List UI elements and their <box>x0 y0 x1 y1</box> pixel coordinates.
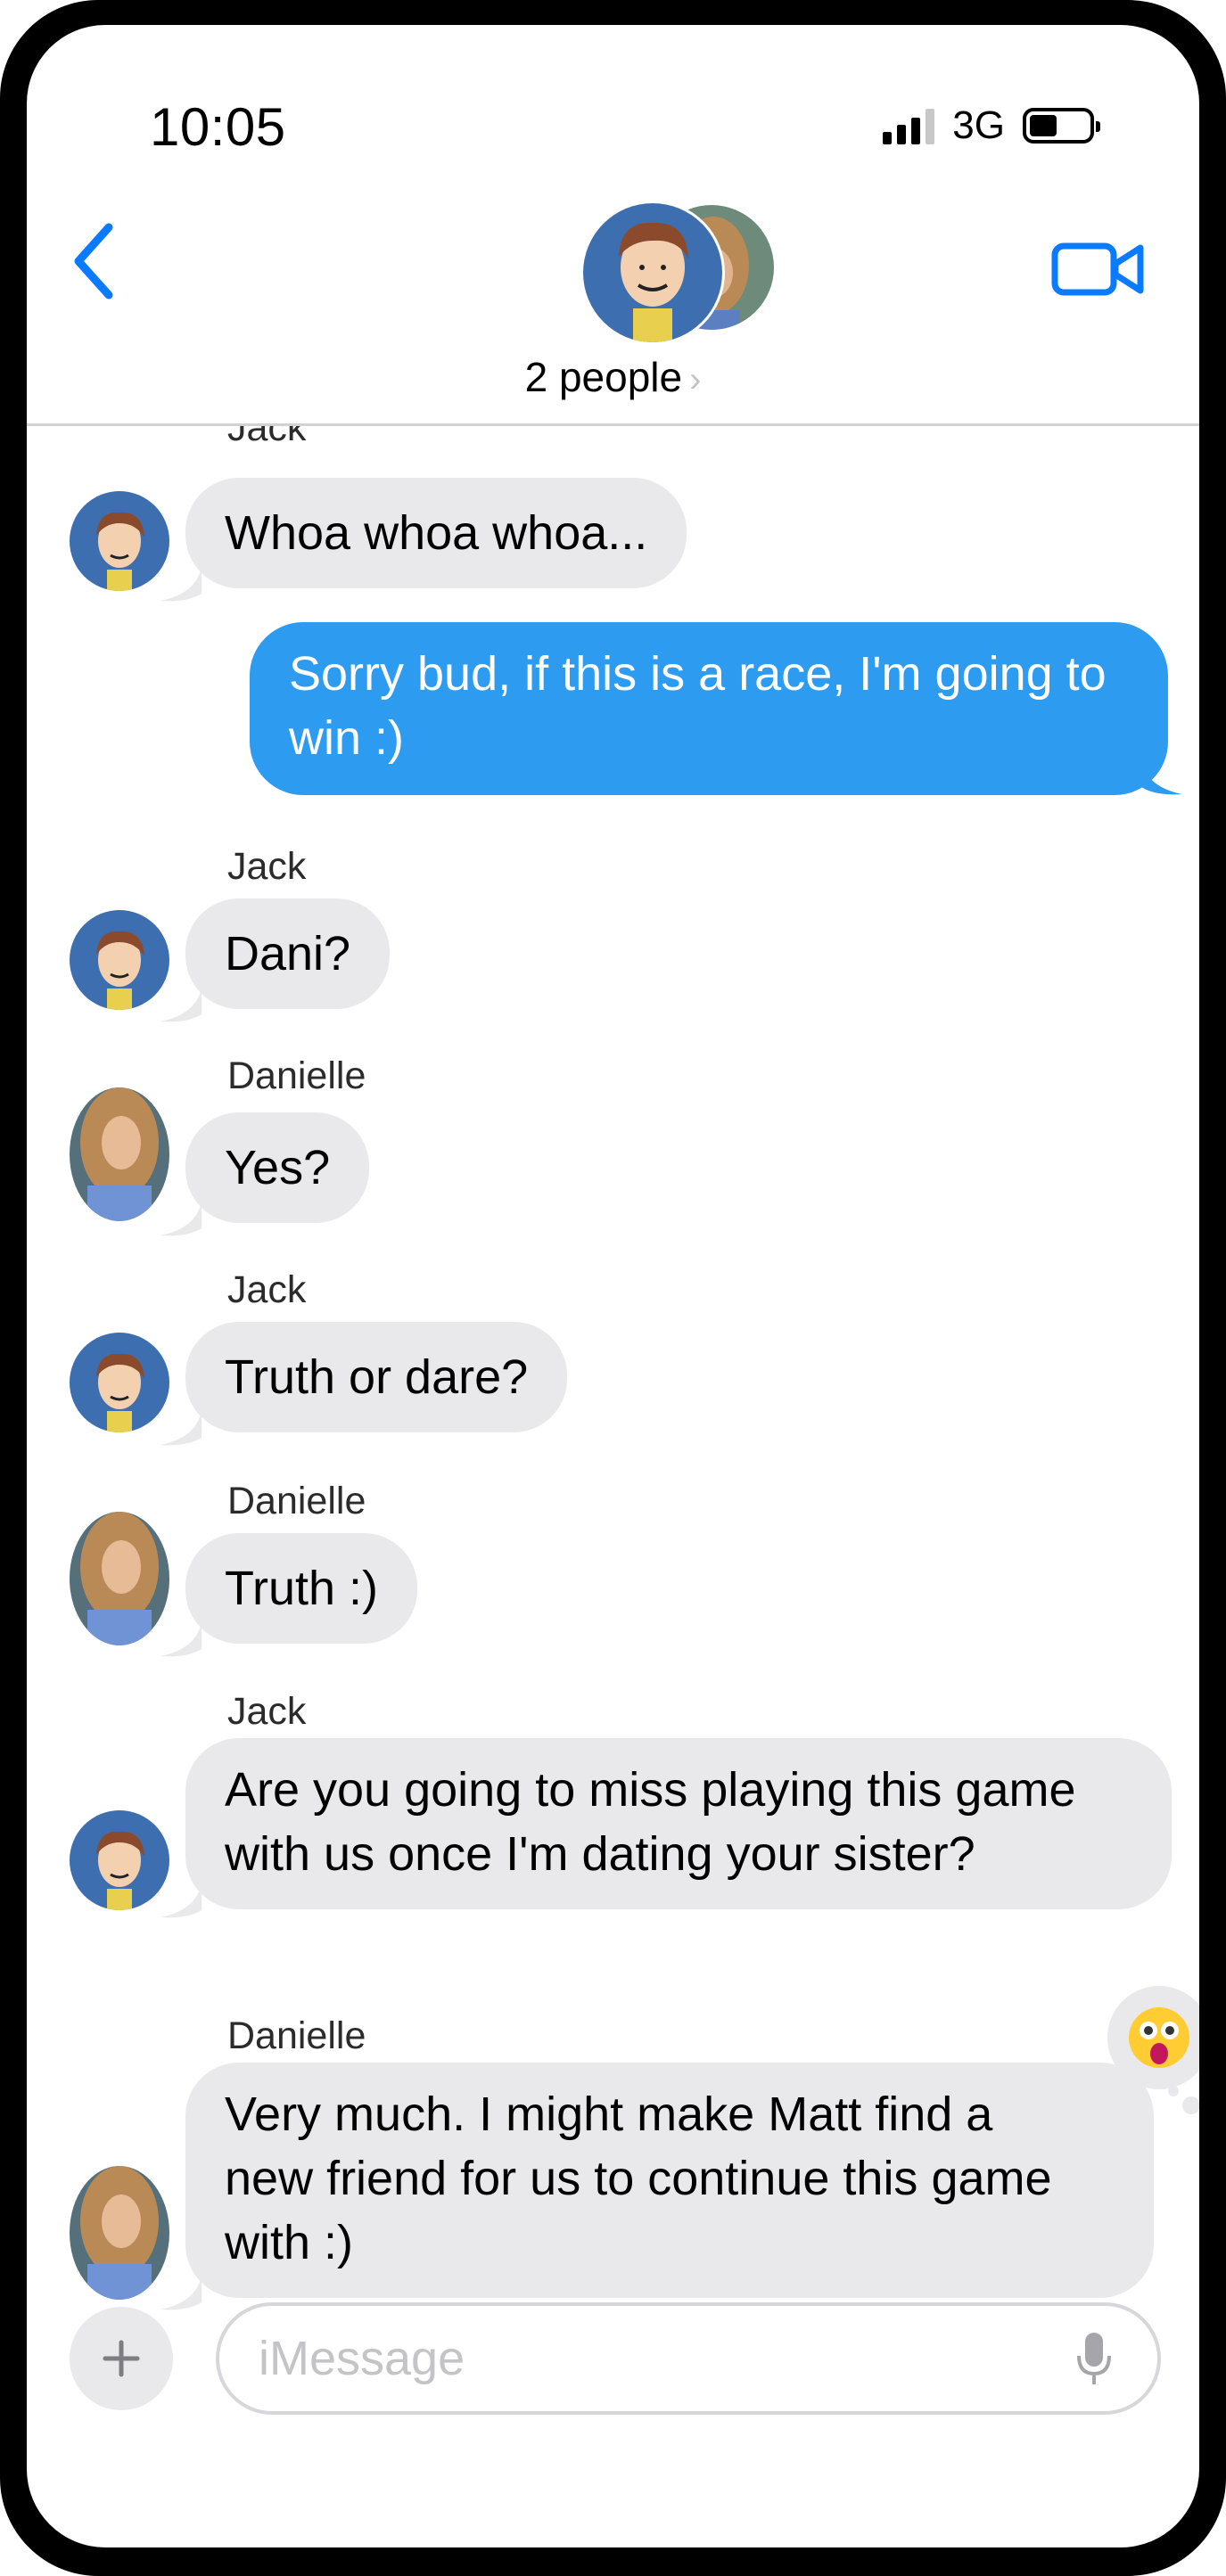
network-type: 3G <box>952 103 1005 147</box>
reaction-tail-dot <box>1168 2086 1179 2096</box>
sender-label: Jack <box>227 1268 307 1311</box>
danielle-avatar[interactable] <box>70 1512 169 1645</box>
message-text: Truth :) <box>225 1562 379 1615</box>
message-text-line: Very much. I might make Matt find a <box>225 2088 993 2141</box>
bubble-tail <box>1141 760 1182 795</box>
message-bubble[interactable]: Truth or dare? <box>185 1322 568 1432</box>
message-bubble[interactable]: Very much. I might make Matt find a new … <box>185 2063 1154 2298</box>
message-text-line: win :) <box>289 711 405 765</box>
sender-label: Jack <box>227 845 307 888</box>
conversation-title[interactable]: 2 people › <box>27 353 1199 401</box>
jack-avatar[interactable] <box>70 910 169 1010</box>
message-text-line: new friend for us to continue this game <box>225 2152 1052 2205</box>
group-avatar[interactable] <box>580 194 776 346</box>
message-text-line: with :) <box>225 2216 354 2269</box>
bubble-tail <box>160 1622 202 1657</box>
outgoing-message-bubble[interactable]: Sorry bud, if this is a race, I'm going … <box>250 622 1168 795</box>
jack-avatar[interactable] <box>70 491 169 591</box>
message-text-line: with us once I'm dating your sister? <box>225 1827 975 1881</box>
plus-icon <box>103 2340 140 2377</box>
jack-avatar[interactable] <box>70 1810 169 1910</box>
message-bubble[interactable]: Dani? <box>185 898 391 1009</box>
chevron-right-icon: › <box>689 360 702 399</box>
message-bubble[interactable]: Whoa whoa whoa... <box>185 478 687 588</box>
reaction-tail-dot <box>1182 2096 1199 2114</box>
conversation-title-text: 2 people <box>524 354 683 400</box>
message-bubble[interactable]: Truth :) <box>185 1533 418 1644</box>
message-text: Truth or dare? <box>225 1350 529 1404</box>
sender-label: Danielle <box>227 1054 366 1097</box>
sender-label: Jack <box>227 1690 307 1733</box>
danielle-avatar[interactable] <box>70 2166 169 2300</box>
jack-avatar[interactable] <box>70 1333 169 1432</box>
battery-icon <box>1023 108 1100 144</box>
bubble-tail <box>160 1411 202 1446</box>
message-input-placeholder: iMessage <box>259 2332 465 2385</box>
bubble-tail <box>160 988 202 1022</box>
sender-label: Danielle <box>227 2014 366 2057</box>
sender-label: Jack <box>227 426 307 449</box>
bubble-tail <box>160 567 202 602</box>
message-text-line: Sorry bud, if this is a race, I'm going … <box>289 647 1107 701</box>
message-text: Yes? <box>225 1141 331 1194</box>
video-call-icon[interactable] <box>1049 228 1148 308</box>
message-input[interactable]: iMessage <box>216 2302 1161 2415</box>
bubble-tail <box>160 1202 202 1236</box>
back-chevron-icon[interactable] <box>62 217 125 306</box>
phone-frame: 10:05 3G 2 people › Jack Whoa whoa whoa.… <box>0 0 1226 2576</box>
microphone-icon[interactable] <box>1074 2331 1115 2386</box>
danielle-avatar[interactable] <box>70 1087 169 1221</box>
add-attachment-button[interactable] <box>70 2307 173 2410</box>
shocked-face-emoji-icon <box>1129 2007 1189 2068</box>
sender-label: Danielle <box>227 1480 366 1522</box>
message-bubble[interactable]: Are you going to miss playing this game … <box>185 1738 1172 1909</box>
phone-screen: 10:05 3G 2 people › Jack Whoa whoa whoa.… <box>27 25 1199 2547</box>
message-text: Whoa whoa whoa... <box>225 506 648 560</box>
bubble-tail <box>160 2276 202 2310</box>
status-indicators: 3G <box>883 103 1100 148</box>
bubble-tail <box>160 1883 202 1918</box>
status-time: 10:05 <box>150 97 286 157</box>
message-bubble[interactable]: Yes? <box>185 1112 370 1223</box>
message-text-line: Are you going to miss playing this game <box>225 1763 1076 1817</box>
cellular-signal-icon <box>883 107 935 144</box>
message-text: Dani? <box>225 927 351 980</box>
message-list[interactable]: Jack Whoa whoa whoa... Sorry bud, if thi… <box>27 426 1199 2316</box>
